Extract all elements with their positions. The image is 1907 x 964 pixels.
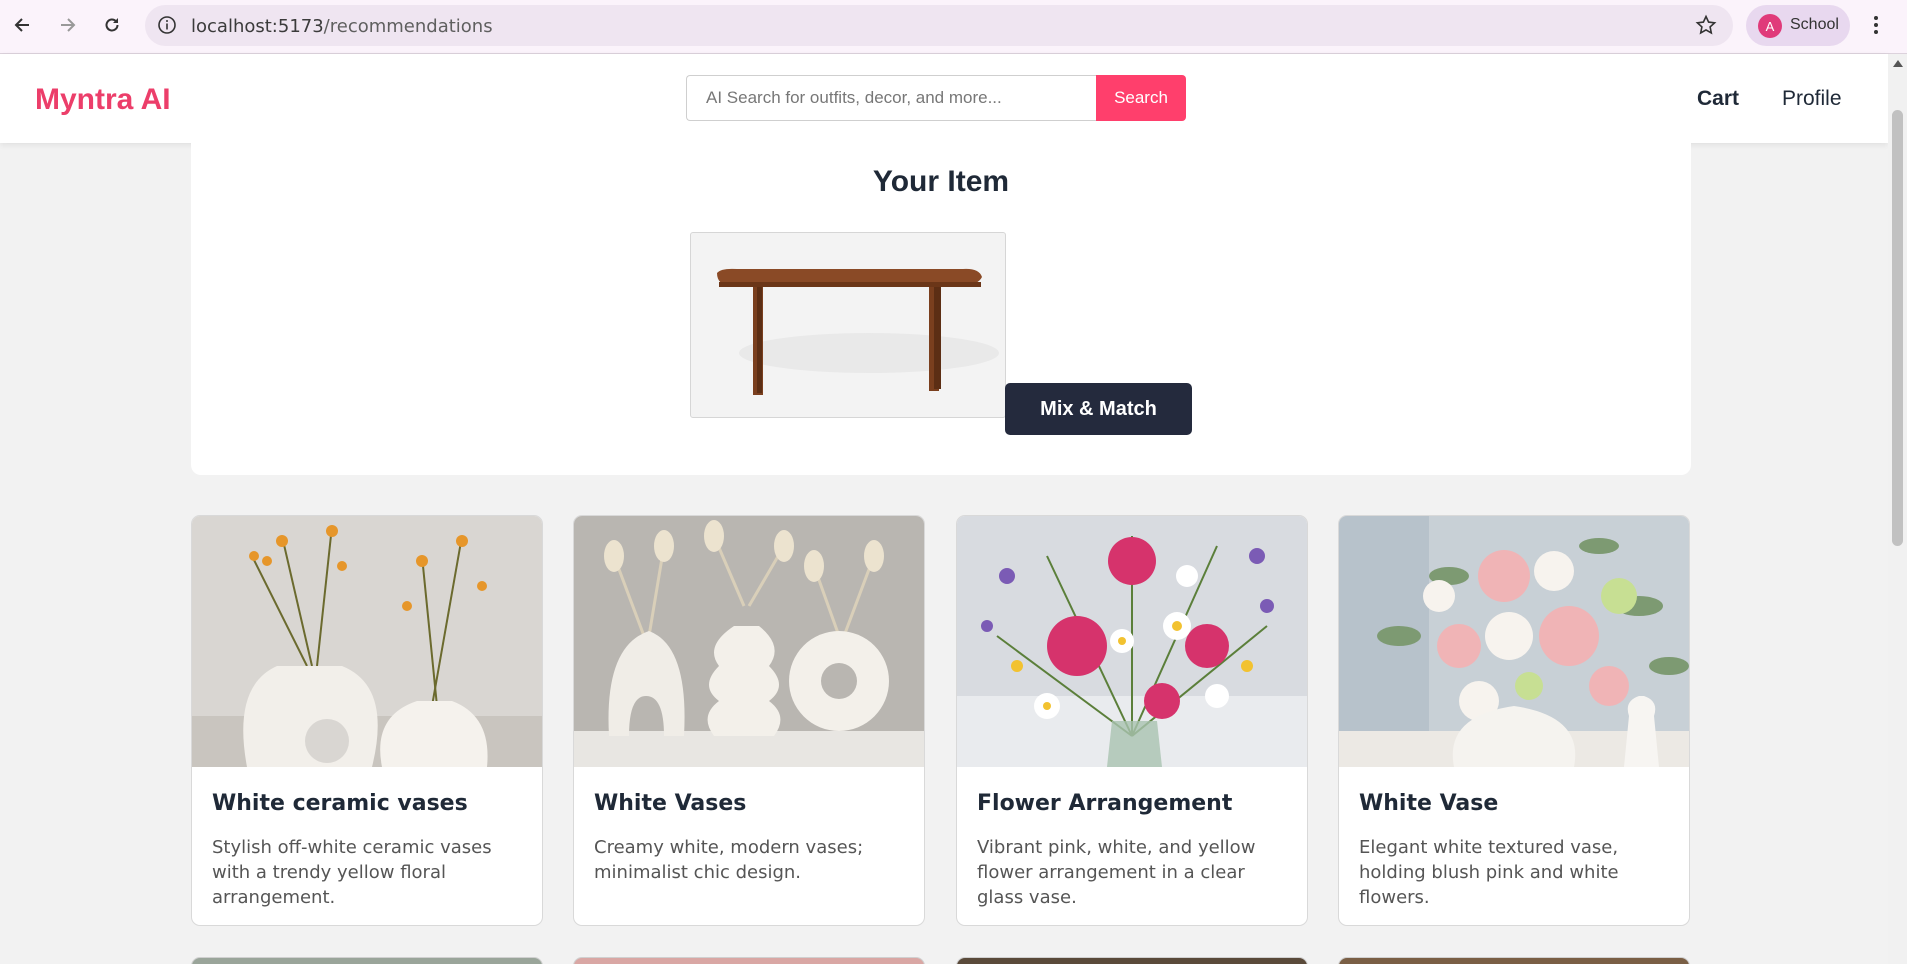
product-image <box>574 516 924 767</box>
recommendation-card[interactable]: Flower Arrangement Vibrant pink, white, … <box>956 515 1308 926</box>
site-info-icon[interactable] <box>157 15 177 40</box>
avatar: A <box>1758 14 1782 38</box>
app-header: Myntra AI Search Cart Profile <box>0 54 1888 143</box>
browser-profile-button[interactable]: A School <box>1746 5 1850 46</box>
search-input[interactable] <box>686 75 1097 121</box>
bookmark-star-icon[interactable] <box>1695 14 1717 41</box>
product-description: Vibrant pink, white, and yellow flower a… <box>977 837 1256 908</box>
item-image <box>690 232 1006 418</box>
mix-and-match-button[interactable]: Mix & Match <box>1005 383 1192 435</box>
more-menu-icon[interactable] <box>1868 14 1884 41</box>
logo[interactable]: Myntra AI <box>35 83 171 117</box>
section-title: Your Item <box>872 165 1010 198</box>
address-bar[interactable]: localhost:5173/recommendations <box>145 5 1733 46</box>
product-title: White Vase <box>1359 791 1499 816</box>
scroll-thumb[interactable] <box>1892 110 1903 546</box>
product-description: Elegant white textured vase, holding blu… <box>1359 837 1619 908</box>
recommendation-card-partial[interactable] <box>1338 957 1690 964</box>
product-title: Flower Arrangement <box>977 791 1233 816</box>
product-image <box>192 516 542 767</box>
recommendation-card-partial[interactable] <box>573 957 925 964</box>
browser-toolbar: localhost:5173/recommendations A School <box>0 0 1907 54</box>
your-item-card: Your Item Mix & Match <box>191 143 1691 475</box>
url-text: localhost:5173/recommendations <box>191 16 493 37</box>
scroll-up-arrow-icon[interactable] <box>1893 60 1903 67</box>
product-title: White Vases <box>594 791 747 816</box>
recommendation-card[interactable]: White Vases Creamy white, modern vases; … <box>573 515 925 926</box>
profile-name: School <box>1790 16 1839 33</box>
recommendation-card[interactable]: White ceramic vases Stylish off-white ce… <box>191 515 543 926</box>
product-title: White ceramic vases <box>212 791 468 816</box>
search-button[interactable]: Search <box>1096 75 1186 121</box>
reload-icon[interactable] <box>99 12 125 38</box>
cart-link[interactable]: Cart <box>1697 87 1739 111</box>
recommendation-card[interactable]: White Vase Elegant white textured vase, … <box>1338 515 1690 926</box>
product-image <box>1339 516 1689 767</box>
product-description: Stylish off-white ceramic vases with a t… <box>212 837 492 908</box>
product-image <box>957 516 1307 767</box>
page-scrollbar[interactable] <box>1888 54 1907 964</box>
back-icon[interactable] <box>10 12 36 38</box>
product-description: Creamy white, modern vases; minimalist c… <box>594 837 864 883</box>
forward-icon[interactable] <box>54 12 80 38</box>
profile-link[interactable]: Profile <box>1782 87 1842 111</box>
recommendation-card-partial[interactable] <box>191 957 543 964</box>
recommendation-card-partial[interactable] <box>956 957 1308 964</box>
